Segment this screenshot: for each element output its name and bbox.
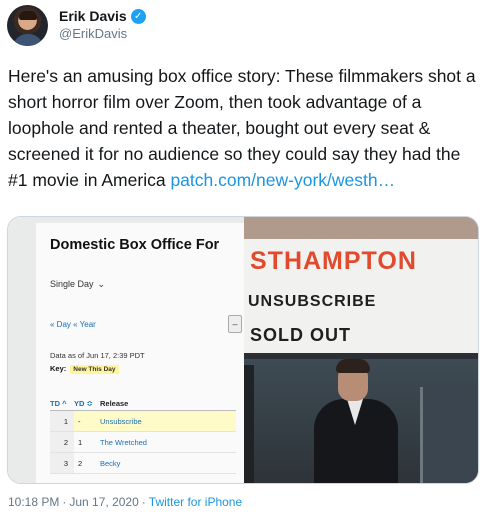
- tweet-text: Here's an amusing box office story: Thes…: [8, 63, 478, 193]
- table-row: 2 1 The Wretched: [50, 432, 236, 453]
- verified-badge-icon: ✓: [130, 8, 146, 24]
- marquee-theater-name: STHAMPTON: [250, 247, 417, 275]
- tweet-link[interactable]: patch.com/new-york/westh…: [170, 170, 395, 190]
- row-yd: -: [78, 416, 81, 426]
- tweet-header: Erik Davis ✓ @ErikDavis: [7, 5, 477, 46]
- row-yd: 2: [78, 458, 83, 468]
- tweet-time[interactable]: 10:18 PM: [8, 495, 59, 509]
- period-select-value: Single Day: [50, 279, 94, 289]
- column-yd: YD ≎: [74, 398, 93, 408]
- footer-separator: ·: [62, 495, 67, 509]
- row-rank: 2: [50, 432, 74, 452]
- avatar-shirt: [13, 34, 43, 46]
- marquee-film-title: UNSUBSCRIBE: [248, 293, 377, 310]
- footer-separator: ·: [141, 495, 146, 509]
- row-release: Unsubscribe: [100, 416, 142, 426]
- author-name-row[interactable]: Erik Davis ✓: [59, 8, 146, 24]
- person-hair: [336, 359, 370, 373]
- theater-photo: STHAMPTON UNSUBSCRIBE SOLD OUT: [244, 217, 478, 483]
- box-office-screenshot: Domestic Box Office For Single Day ⌄ « Da…: [8, 217, 244, 483]
- marquee-pole: [244, 365, 254, 483]
- column-release: Release: [100, 398, 129, 408]
- box-office-key: Key: New This Day: [50, 364, 119, 374]
- table-header: TD ^ YD ≎ Release: [50, 396, 236, 411]
- column-td: TD ^: [50, 398, 67, 408]
- person-in-tuxedo: [314, 359, 404, 483]
- row-release: Becky: [100, 458, 121, 468]
- tweet-media-image[interactable]: Domestic Box Office For Single Day ⌄ « Da…: [7, 216, 479, 484]
- theater-door: [420, 387, 478, 483]
- new-this-day-chip: New This Day: [70, 365, 119, 374]
- row-yd: 1: [78, 437, 83, 447]
- tweet-date[interactable]: Jun 17, 2020: [69, 495, 138, 509]
- box-office-table: TD ^ YD ≎ Release 1 - Unsubscribe 2 1 Th…: [50, 396, 236, 474]
- tweet-footer: 10:18 PM · Jun 17, 2020 · Twitter for iPhone: [8, 495, 242, 509]
- table-row: 3 2 Becky: [50, 453, 236, 474]
- box-office-title: Domestic Box Office For: [50, 237, 220, 253]
- row-release: The Wretched: [100, 437, 147, 447]
- period-select: Single Day ⌄: [50, 279, 105, 290]
- avatar[interactable]: [7, 5, 48, 46]
- data-as-of: Data as of Jun 17, 2:39 PDT: [50, 351, 145, 360]
- avatar-hair: [19, 11, 37, 20]
- minimize-icon: –: [228, 315, 242, 333]
- box-office-nav: « Day « Year: [50, 320, 96, 329]
- theater-marquee: STHAMPTON UNSUBSCRIBE SOLD OUT: [244, 239, 478, 359]
- row-rank: 1: [50, 411, 74, 431]
- author-display-name[interactable]: Erik Davis: [59, 8, 127, 24]
- box-office-card: Domestic Box Office For Single Day ⌄ « Da…: [36, 223, 244, 483]
- chevron-down-icon: ⌄: [97, 279, 106, 289]
- author-handle[interactable]: @ErikDavis: [59, 26, 127, 41]
- row-rank: 3: [50, 453, 74, 473]
- key-label: Key:: [50, 364, 67, 373]
- marquee-status: SOLD OUT: [250, 325, 351, 345]
- tweet-source[interactable]: Twitter for iPhone: [149, 495, 242, 509]
- table-row: 1 - Unsubscribe: [50, 411, 236, 432]
